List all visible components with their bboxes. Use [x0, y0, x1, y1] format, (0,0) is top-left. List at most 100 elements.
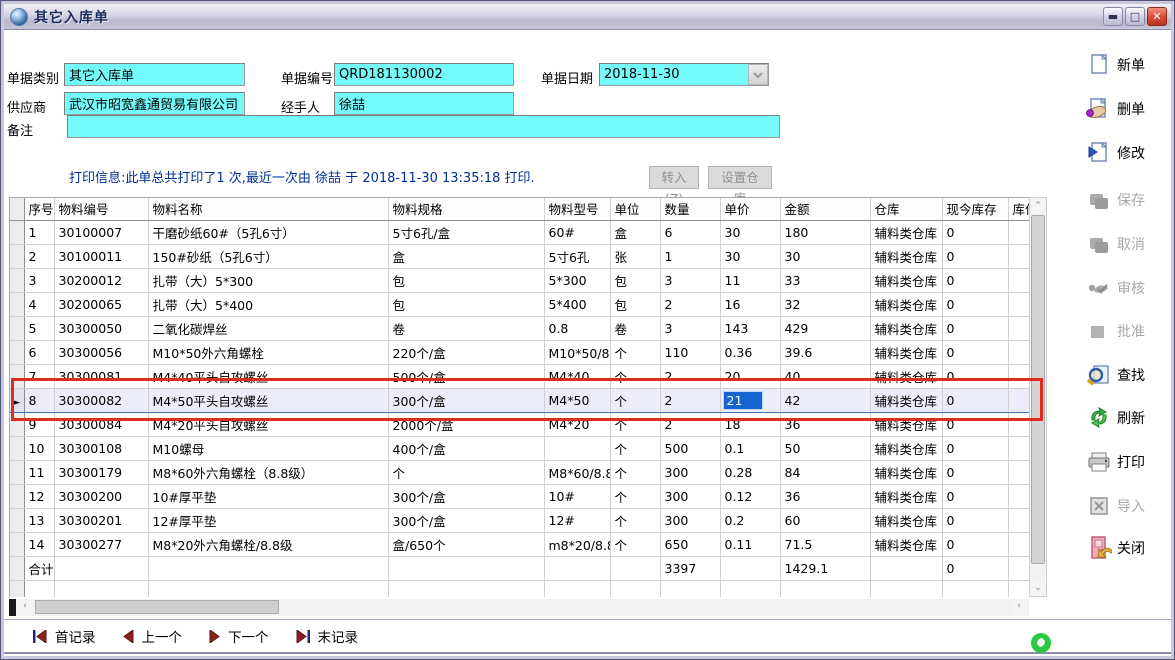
row-selector[interactable] [10, 316, 24, 340]
row-selector[interactable] [10, 268, 24, 292]
cell[interactable]: 300 [660, 460, 720, 484]
cell[interactable]: 0 [942, 508, 1008, 532]
cell[interactable]: 2 [660, 292, 720, 316]
cell[interactable]: M4*50平头自攻螺丝 [148, 388, 388, 412]
cell[interactable]: 30 [780, 244, 870, 268]
row-selector[interactable] [10, 340, 24, 364]
doc-date-dropdown-button[interactable] [748, 64, 768, 85]
refresh-button[interactable]: 刷新 [1086, 403, 1174, 433]
cell[interactable]: 0.2 [720, 508, 780, 532]
cell[interactable]: M4*40平头自攻螺丝 [148, 364, 388, 388]
cell[interactable]: 辅料类仓库 [870, 484, 942, 508]
cell[interactable]: 110 [660, 340, 720, 364]
cell[interactable]: 36 [780, 412, 870, 436]
cell[interactable]: M10*50外六角螺栓 [148, 340, 388, 364]
cell[interactable]: 300个/盒 [388, 484, 544, 508]
cell[interactable]: 30 [720, 220, 780, 244]
cell[interactable]: 个 [610, 412, 660, 436]
save-button[interactable]: 保存 [1086, 185, 1174, 215]
doc-no-field[interactable] [334, 63, 514, 86]
cell[interactable]: 辅料类仓库 [870, 532, 942, 556]
cell[interactable]: 36 [780, 484, 870, 508]
cell[interactable]: 辅料类仓库 [870, 412, 942, 436]
cell[interactable]: 1 [24, 220, 54, 244]
cell[interactable]: 辅料类仓库 [870, 220, 942, 244]
row-selector[interactable] [10, 412, 24, 436]
cell[interactable]: 0 [942, 220, 1008, 244]
cell[interactable]: 6 [660, 220, 720, 244]
cell[interactable]: 0 [942, 484, 1008, 508]
cell[interactable]: 0 [942, 460, 1008, 484]
cell[interactable]: 50 [780, 436, 870, 460]
cell[interactable]: 18 [720, 412, 780, 436]
cell[interactable] [1008, 460, 1029, 484]
row-selector[interactable] [10, 220, 24, 244]
minimize-button[interactable]: ▬ [1103, 7, 1123, 26]
transfer-button[interactable]: 转入(Z) [649, 166, 699, 189]
row-selector[interactable] [10, 508, 24, 532]
approve-button[interactable]: 批准 [1086, 316, 1174, 346]
horizontal-scrollbar[interactable]: ‹ › [9, 599, 1029, 616]
cell[interactable] [1008, 508, 1029, 532]
cell[interactable]: 0 [942, 364, 1008, 388]
cell[interactable]: 21 [720, 388, 780, 412]
cell[interactable]: M4*20平头自攻螺丝 [148, 412, 388, 436]
cell[interactable]: 4 [24, 292, 54, 316]
cell[interactable]: 429 [780, 316, 870, 340]
cell[interactable]: 3 [660, 316, 720, 340]
nav-last-record[interactable]: 末记录 [295, 626, 359, 646]
cell[interactable]: 6 [24, 340, 54, 364]
cell[interactable]: 9 [24, 412, 54, 436]
cell[interactable]: 辅料类仓库 [870, 460, 942, 484]
splitter-handle[interactable] [9, 599, 16, 616]
cell[interactable] [1008, 268, 1029, 292]
cell[interactable]: 143 [720, 316, 780, 340]
cell[interactable]: 5*400 [544, 292, 610, 316]
cell[interactable]: 10#厚平垫 [148, 484, 388, 508]
cell[interactable] [1008, 244, 1029, 268]
cell[interactable]: 400个/盒 [388, 436, 544, 460]
cell[interactable]: 扎带（大）5*300 [148, 268, 388, 292]
cell[interactable]: 辅料类仓库 [870, 316, 942, 340]
cell[interactable]: 60# [544, 220, 610, 244]
cell[interactable]: 12# [544, 508, 610, 532]
scroll-left-button[interactable]: ‹ [17, 599, 33, 615]
cell[interactable]: 11 [720, 268, 780, 292]
cell[interactable]: M4*20 [544, 412, 610, 436]
cell[interactable]: 张 [610, 244, 660, 268]
cell[interactable]: 0 [942, 316, 1008, 340]
cell[interactable]: 辅料类仓库 [870, 436, 942, 460]
remark-field[interactable] [67, 115, 780, 138]
cell[interactable]: 500 [660, 436, 720, 460]
horizontal-scroll-thumb[interactable] [35, 600, 279, 614]
cell[interactable]: 包 [610, 268, 660, 292]
cell[interactable]: 3 [24, 268, 54, 292]
cell[interactable]: 180 [780, 220, 870, 244]
modify-button[interactable]: 修改 [1086, 138, 1174, 168]
cell[interactable]: 0 [942, 340, 1008, 364]
cell[interactable]: 个 [610, 340, 660, 364]
audit-button[interactable]: 审核 [1086, 273, 1174, 303]
row-selector[interactable] [10, 292, 24, 316]
cell[interactable]: 个 [610, 532, 660, 556]
print-button[interactable]: 打印 [1086, 447, 1174, 477]
cell[interactable] [1008, 220, 1029, 244]
cell[interactable]: 30200012 [54, 268, 148, 292]
scroll-down-button[interactable]: ⌄ [1030, 580, 1046, 596]
cell[interactable]: 0.28 [720, 460, 780, 484]
cell[interactable]: 0.11 [720, 532, 780, 556]
cell[interactable] [544, 436, 610, 460]
cell[interactable]: 卷 [388, 316, 544, 340]
cell[interactable]: 0 [942, 292, 1008, 316]
cell[interactable]: 2 [660, 364, 720, 388]
cell[interactable]: 300个/盒 [388, 508, 544, 532]
cell[interactable] [1008, 292, 1029, 316]
cell[interactable]: 包 [388, 292, 544, 316]
cell[interactable]: 盒 [610, 220, 660, 244]
cell[interactable]: 个 [610, 460, 660, 484]
cell[interactable]: 30100011 [54, 244, 148, 268]
cell[interactable]: 8 [24, 388, 54, 412]
nav-previous-record[interactable]: 上一个 [122, 626, 183, 646]
cell[interactable]: 42 [780, 388, 870, 412]
cell[interactable]: 0.36 [720, 340, 780, 364]
